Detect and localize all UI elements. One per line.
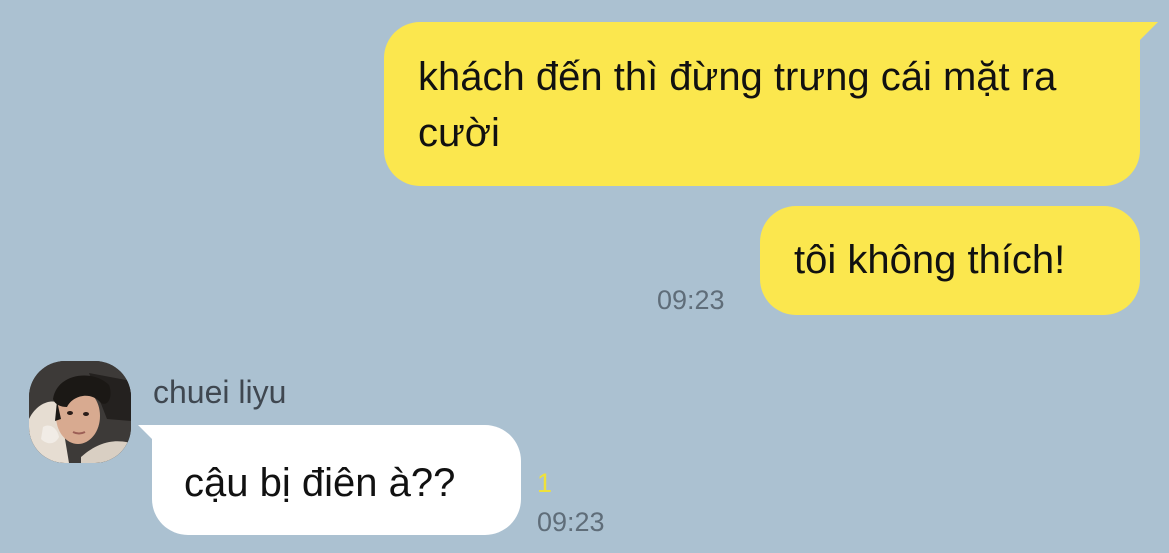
outgoing-message-bubble[interactable]: tôi không thích! xyxy=(760,206,1140,315)
outgoing-message-timestamp: 09:23 xyxy=(657,285,725,315)
outgoing-message-text: khách đến thì đừng trưng cái mặt ra cười xyxy=(418,55,1057,155)
bubble-tail-icon xyxy=(1132,22,1158,48)
unread-count: 1 xyxy=(537,468,553,498)
incoming-message-bubble[interactable]: cậu bị điên à?? xyxy=(138,425,521,535)
sender-avatar[interactable] xyxy=(29,361,131,463)
incoming-message-text: cậu bị điên à?? xyxy=(184,461,456,505)
incoming-message-timestamp: 09:23 xyxy=(537,507,605,537)
sender-name: chuei liyu xyxy=(153,374,287,410)
outgoing-message-text: tôi không thích! xyxy=(794,238,1066,282)
bubble-tail-icon xyxy=(138,425,162,449)
user-photo-avatar-icon xyxy=(29,361,131,463)
outgoing-message-bubble[interactable]: khách đến thì đừng trưng cái mặt ra cười xyxy=(384,22,1158,186)
